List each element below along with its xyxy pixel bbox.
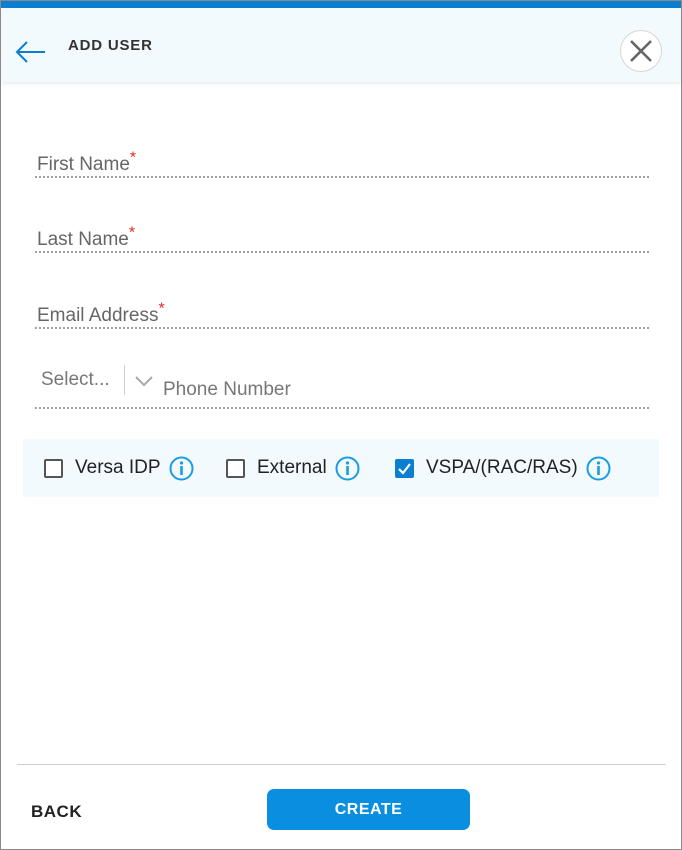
top-accent-strip bbox=[1, 1, 681, 8]
first-name-label: First Name* bbox=[37, 149, 137, 175]
chevron-down-icon[interactable] bbox=[134, 374, 154, 388]
info-icon[interactable] bbox=[169, 456, 194, 481]
first-name-field[interactable]: First Name* bbox=[35, 141, 649, 178]
add-user-panel: ADD USER First Name* Last Name* Email Ad… bbox=[0, 0, 682, 850]
phone-row: Select... Phone Number bbox=[35, 361, 649, 409]
checkmark-icon bbox=[398, 462, 411, 475]
user-options: Versa IDP External VSPA/(RAC/RAS) bbox=[23, 439, 659, 497]
phone-number-input[interactable]: Phone Number bbox=[163, 379, 291, 401]
page-title: ADD USER bbox=[68, 37, 153, 54]
email-field[interactable]: Email Address* bbox=[35, 292, 649, 329]
option-label: VSPA/(RAC/RAS) bbox=[426, 457, 578, 478]
versa-idp-checkbox[interactable] bbox=[44, 458, 63, 478]
close-button[interactable] bbox=[620, 30, 662, 72]
option-versa-idp[interactable]: Versa IDP bbox=[44, 439, 194, 497]
required-marker: * bbox=[158, 300, 165, 318]
option-vspa[interactable]: VSPA/(RAC/RAS) bbox=[395, 439, 611, 497]
option-external[interactable]: External bbox=[226, 439, 360, 497]
close-icon bbox=[630, 40, 652, 62]
email-label: Email Address* bbox=[37, 300, 165, 326]
last-name-label: Last Name* bbox=[37, 224, 136, 250]
vspa-checkbox[interactable] bbox=[395, 458, 414, 478]
arrow-left-icon[interactable] bbox=[14, 38, 48, 66]
create-button[interactable]: CREATE bbox=[267, 789, 470, 830]
footer-divider bbox=[17, 764, 666, 765]
select-divider bbox=[124, 365, 125, 395]
info-icon[interactable] bbox=[586, 456, 611, 481]
option-label: External bbox=[257, 457, 327, 478]
external-checkbox[interactable] bbox=[226, 458, 245, 478]
back-button[interactable]: BACK bbox=[31, 802, 82, 822]
option-label: Versa IDP bbox=[75, 457, 161, 478]
info-icon[interactable] bbox=[335, 456, 360, 481]
country-code-select[interactable]: Select... bbox=[41, 369, 110, 391]
required-marker: * bbox=[129, 149, 137, 167]
panel-header: ADD USER bbox=[2, 8, 681, 82]
last-name-field[interactable]: Last Name* bbox=[35, 216, 649, 253]
required-marker: * bbox=[128, 224, 136, 242]
